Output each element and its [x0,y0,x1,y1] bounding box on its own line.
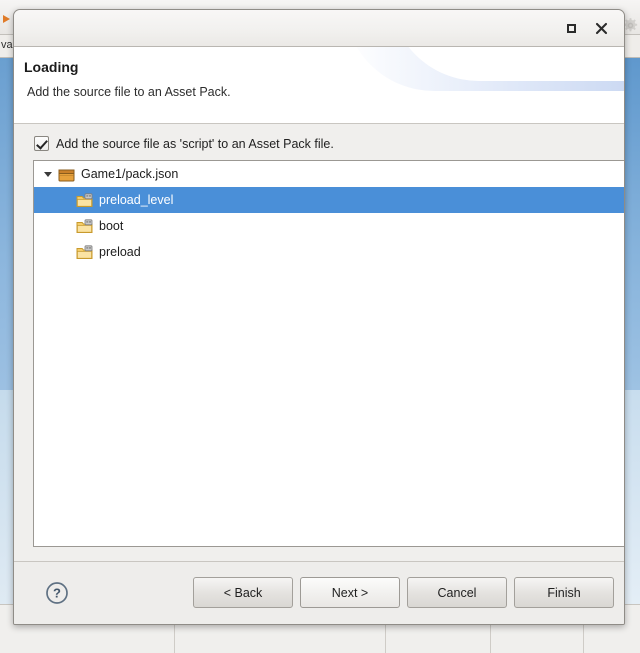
orange-arrow-icon[interactable] [2,14,12,24]
host-left-panel [0,58,14,390]
screen: va Loading Add the source file to an Ass… [0,0,640,653]
asset-pack-icon [58,167,75,182]
script-checkbox[interactable] [34,136,49,151]
tree-row-label: boot [99,218,124,233]
dialog-header: Loading Add the source file to an Asset … [14,47,624,124]
close-button[interactable] [586,13,616,43]
tree-row[interactable]: boot [34,213,624,239]
tree-row[interactable]: preload [34,239,624,265]
asset-pack-section-icon [76,192,93,208]
tree-row-label: Game1/pack.json [81,166,179,181]
tree-row[interactable]: preload_level [34,187,624,213]
asset-pack-section-icon [76,218,93,234]
back-button[interactable]: < Back [193,577,293,608]
dialog-body: Add the source file as 'script' to an As… [14,124,624,561]
finish-button[interactable]: Finish [514,577,614,608]
help-question-icon[interactable]: ? [45,581,69,605]
tree-row-label: preload_level [99,192,174,207]
host-left-panel-lower [0,390,13,605]
next-button[interactable]: Next > [300,577,400,608]
chevron-down-icon[interactable] [40,166,56,182]
close-icon [595,22,607,34]
host-tab-label: va [1,39,13,51]
cancel-button[interactable]: Cancel [407,577,507,608]
page-title: Loading [24,59,79,75]
page-description: Add the source file to an Asset Pack. [27,85,231,99]
script-checkbox-label: Add the source file as 'script' to an As… [56,136,334,151]
maximize-icon [566,23,576,33]
maximize-button[interactable] [556,13,586,43]
script-option-row: Add the source file as 'script' to an As… [34,136,334,151]
wizard-button-group: < Back Next > Cancel Finish [193,577,614,608]
asset-pack-section-icon [76,244,93,260]
asset-pack-tree[interactable]: Game1/pack.json preload_levelboot preload [33,160,624,547]
dialog-footer: ? < Back Next > Cancel Finish [14,561,624,624]
dialog-titlebar [14,10,624,47]
svg-text:?: ? [53,586,61,601]
wizard-dialog: Loading Add the source file to an Asset … [13,9,625,625]
tree-row[interactable]: Game1/pack.json [34,161,624,187]
tree-row-label: preload [99,244,141,259]
